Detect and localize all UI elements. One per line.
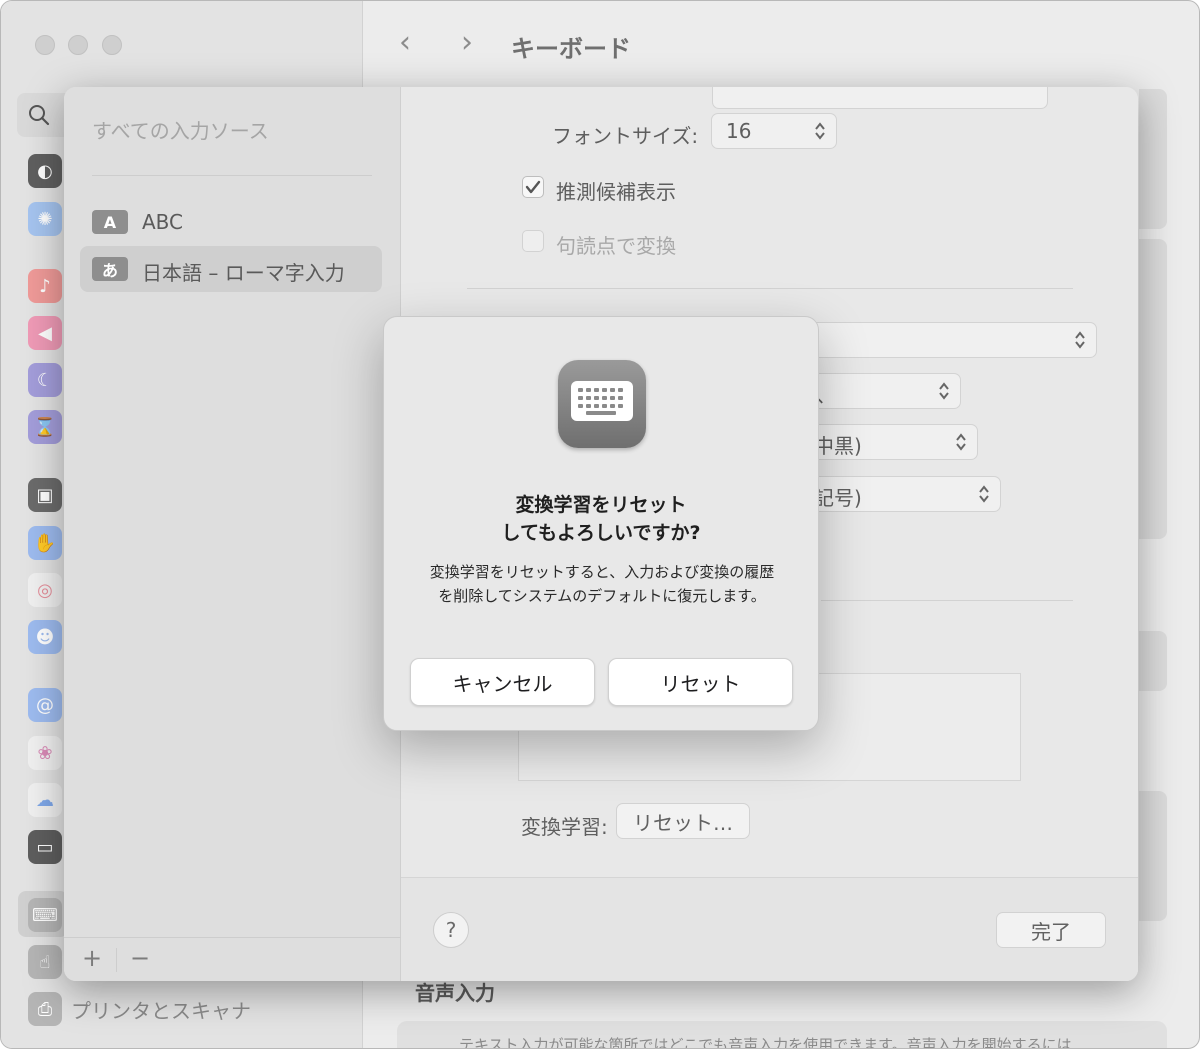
sheet-footer: ? 完了 xyxy=(401,877,1138,981)
input-source-badge: あ xyxy=(92,257,128,281)
voice-input-description: テキスト入力が可能な箇所ではどこでも音声入力を使用できます。音声入力を開始するに… xyxy=(459,1036,1072,1049)
privacy-icon[interactable]: ✋ xyxy=(28,526,62,560)
icloud-icon[interactable]: ☁ xyxy=(28,783,62,817)
accessibility-icon[interactable]: ✺ xyxy=(28,202,62,236)
learning-reset-button[interactable]: リセット… xyxy=(616,803,750,839)
remove-source-button[interactable]: − xyxy=(130,944,150,972)
checkmark-icon xyxy=(525,180,541,194)
input-source-item-abc[interactable]: A ABC xyxy=(80,199,382,245)
background-card xyxy=(1139,631,1167,691)
punctuation-label: 句読点で変換 xyxy=(556,234,676,258)
screen-time-icon[interactable]: ⌛ xyxy=(28,410,62,444)
sidebar-item-printers-label[interactable]: プリンタとスキャナ xyxy=(71,995,251,1024)
close-window-button[interactable] xyxy=(35,35,55,55)
punctuation-style-value: 、 xyxy=(816,383,836,407)
divider xyxy=(116,948,117,972)
trackpad-icon[interactable]: ☝ xyxy=(28,945,62,979)
chevron-up-down-icon xyxy=(956,433,966,451)
input-source-badge: A xyxy=(92,210,128,234)
reset-learning-alert: 変換学習をリセット してもよろしいですか? 変換学習をリセットすると、入力および… xyxy=(383,316,819,731)
font-popup[interactable] xyxy=(712,87,1048,109)
wallet-icon[interactable]: ▭ xyxy=(28,830,62,864)
forward-arrow-icon[interactable]: › xyxy=(461,25,473,60)
slash-style-value: 中黒) xyxy=(814,434,862,458)
input-sources-list-pane: すべての入力ソース A ABC あ 日本語 – ローマ字入力 + − xyxy=(64,87,401,981)
lock-screen-icon[interactable]: ▣ xyxy=(28,478,62,512)
done-button[interactable]: 完了 xyxy=(996,912,1106,948)
input-source-item-japanese[interactable]: あ 日本語 – ローマ字入力 xyxy=(80,246,382,292)
sound-icon[interactable]: ◀ xyxy=(28,316,62,350)
cancel-button[interactable]: キャンセル xyxy=(410,658,595,706)
appearance-icon[interactable]: ◐ xyxy=(28,154,62,188)
minimize-window-button[interactable] xyxy=(68,35,88,55)
printers-icon[interactable]: ⎙ xyxy=(28,992,62,1026)
focus-icon[interactable]: ☾ xyxy=(28,363,62,397)
predictive-label: 推測候補表示 xyxy=(556,180,676,204)
font-size-value: 16 xyxy=(726,119,752,143)
input-source-label: ABC xyxy=(142,210,184,234)
divider xyxy=(467,288,1073,289)
chevron-up-down-icon xyxy=(979,485,989,503)
reset-button[interactable]: リセット xyxy=(608,658,793,706)
search-icon xyxy=(29,105,50,126)
font-size-label: フォントサイズ: xyxy=(552,124,699,148)
symbol-width-value: 記号) xyxy=(814,486,862,510)
users-icon[interactable]: ☻ xyxy=(28,620,62,654)
window-title: キーボード xyxy=(511,35,631,63)
alert-title: 変換学習をリセット してもよろしいですか? xyxy=(501,494,701,544)
background-card xyxy=(1139,239,1167,539)
input-source-label: 日本語 – ローマ字入力 xyxy=(142,261,345,285)
background-card xyxy=(1139,89,1167,229)
add-source-button[interactable]: + xyxy=(82,944,102,972)
chevron-up-down-icon xyxy=(815,122,825,140)
chevron-up-down-icon xyxy=(1075,331,1085,349)
touch-id-icon[interactable]: ◎ xyxy=(28,573,62,607)
learning-label: 変換学習: xyxy=(521,815,608,839)
help-button[interactable]: ? xyxy=(433,912,469,948)
input-sources-header: すべての入力ソース xyxy=(92,119,269,143)
punctuation-checkbox[interactable] xyxy=(522,230,544,252)
divider xyxy=(821,600,1073,601)
keyboard-icon[interactable]: ⌨ xyxy=(28,898,62,932)
font-size-popup[interactable]: 16 xyxy=(711,113,837,149)
back-arrow-icon[interactable]: ‹ xyxy=(399,25,411,60)
divider xyxy=(92,175,372,176)
window-toolbar xyxy=(364,1,1199,87)
predictive-checkbox[interactable] xyxy=(522,176,544,198)
alert-message: 変換学習をリセットすると、入力および変換の履歴を削除してシステムのデフォルトに復… xyxy=(429,563,775,605)
input-sources-toolbar: + − xyxy=(64,937,401,981)
notifications-icon[interactable]: ♪ xyxy=(28,269,62,303)
voice-input-heading: 音声入力 xyxy=(415,981,495,1005)
zoom-window-button[interactable] xyxy=(102,35,122,55)
chevron-up-down-icon xyxy=(939,382,949,400)
game-center-icon[interactable]: ❀ xyxy=(28,736,62,770)
internet-accounts-icon[interactable]: @ xyxy=(28,688,62,722)
background-card xyxy=(1139,791,1167,921)
keyboard-icon xyxy=(558,360,646,448)
